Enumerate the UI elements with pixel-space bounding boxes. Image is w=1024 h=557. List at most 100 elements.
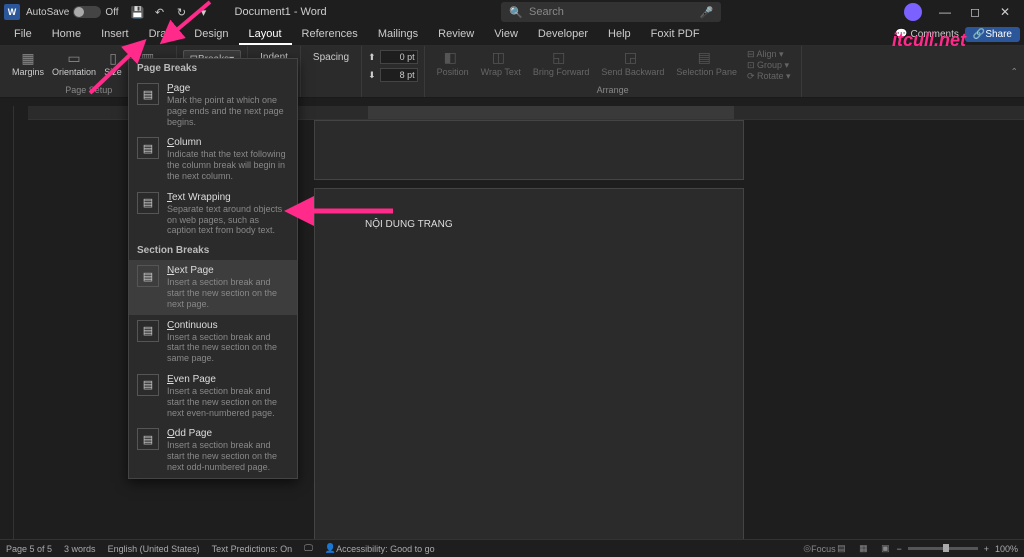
tab-foxit-pdf[interactable]: Foxit PDF [641,25,710,45]
status-page[interactable]: Page 5 of 5 [6,544,52,554]
share-button[interactable]: 🔗 Share [965,27,1020,42]
watermark-text: itculi.net [892,30,966,51]
status-accessibility[interactable]: 👤 Accessibility: Good to go [325,543,435,554]
breaks-item-column[interactable]: ▤ ColumnIndicate that the text following … [129,132,297,186]
close-button[interactable]: ✕ [990,0,1020,24]
zoom-out-button[interactable]: − [896,544,901,554]
spacing-before-input[interactable]: ⬆0 pt [368,49,418,65]
search-placeholder: Search [529,6,564,18]
maximize-button[interactable]: ◻ [960,0,990,24]
page-previous[interactable] [314,120,744,180]
page-current[interactable]: NỘI DUNG TRANG [314,188,744,539]
page-breaks-header: Page Breaks [129,59,297,78]
breaks-item-odd-page[interactable]: ▤ Odd PageInsert a section break and star… [129,423,297,477]
minimize-button[interactable]: — [930,0,960,24]
titlebar: W AutoSave Off 💾 ↶ ↻ ▾ Document1 - Word … [0,0,1024,24]
status-display[interactable]: 🖵 [304,543,313,554]
status-words[interactable]: 3 words [64,544,96,554]
toggle-switch[interactable] [73,6,101,18]
status-bar: Page 5 of 5 3 words English (United Stat… [0,539,1024,557]
qat-dropdown-icon[interactable]: ▾ [194,2,214,22]
tab-home[interactable]: Home [42,25,91,45]
autosave-label: AutoSave [26,7,69,18]
break-icon: ▤ [137,137,159,159]
tab-draw[interactable]: Draw [139,25,185,45]
margins-button[interactable]: ▦Margins [8,48,48,78]
dd-item-title: Page [167,83,289,94]
breaks-item-even-page[interactable]: ▤Even PageInsert a section break and sta… [129,369,297,423]
status-predictions[interactable]: Text Predictions: On [212,544,293,554]
read-mode-icon[interactable]: ▤ [831,541,851,557]
dd-item-title: Text Wrapping [167,192,289,203]
autosave-state: Off [105,7,118,18]
section-breaks-header: Section Breaks [129,241,297,260]
print-layout-icon[interactable]: ▦ [853,541,873,557]
break-icon: ▤ [137,83,159,105]
zoom-in-button[interactable]: + [984,544,989,554]
status-language[interactable]: English (United States) [108,544,200,554]
focus-mode-button[interactable]: ◎ Focus [809,541,829,557]
position-button: ◧Position [431,48,475,83]
dd-item-title: Continuous [167,320,289,331]
document-title: Document1 - Word [235,6,327,18]
dd-item-desc: Insert a section break and start the new… [167,332,289,364]
break-icon: ▤ [137,192,159,214]
user-avatar[interactable] [904,3,922,21]
page-setup-label: Page Setup [65,85,112,95]
word-icon: W [4,4,20,20]
dd-item-desc: Mark the point at which one page ends an… [167,95,289,127]
mic-icon[interactable]: 🎤 [700,6,714,19]
breaks-item-page[interactable]: ▤ PageMark the point at which one page en… [129,78,297,132]
bring-forward-button: ◱Bring Forward [527,48,596,83]
search-input[interactable]: 🔍 Search 🎤 [501,2,721,22]
send-backward-button: ◲Send Backward [595,48,670,83]
dd-item-title: Odd Page [167,428,289,439]
align-button: ⊟ Align ▾ [747,49,791,60]
dd-item-desc: Insert a section break and start the new… [167,440,289,472]
menu-bar: FileHomeInsertDrawDesignLayoutReferences… [0,24,1024,46]
dd-item-desc: Separate text around objects on web page… [167,204,289,236]
breaks-item-continuous[interactable]: ▤ ContinuousInsert a section break and st… [129,315,297,369]
tab-file[interactable]: File [4,25,42,45]
tab-review[interactable]: Review [428,25,484,45]
dd-item-title: Even Page [167,374,289,385]
tab-insert[interactable]: Insert [91,25,139,45]
web-layout-icon[interactable]: ▣ [875,541,895,557]
zoom-level[interactable]: 100% [995,544,1018,554]
spacing-after-input[interactable]: ⬇8 pt [368,67,418,83]
tab-references[interactable]: References [292,25,368,45]
page-content-text: NỘI DUNG TRANG [365,219,693,230]
undo-icon[interactable]: ↶ [150,2,170,22]
collapse-ribbon-icon[interactable]: ⌃ [1010,66,1018,77]
breaks-item-text-wrapping[interactable]: ▤ Text WrappingSeparate text around objec… [129,187,297,241]
dd-item-title: Next Page [167,265,289,276]
tab-layout[interactable]: Layout [239,25,292,45]
break-icon: ▤ [137,265,159,287]
redo-icon[interactable]: ↻ [172,2,192,22]
break-icon: ▤ [137,428,159,450]
dd-item-title: Column [167,137,289,148]
dd-item-desc: Insert a section break and start the new… [167,277,289,309]
size-button[interactable]: ▯Size [100,48,126,78]
search-icon: 🔍 [509,6,523,19]
vertical-ruler [0,106,14,539]
break-icon: ▤ [137,320,159,342]
break-icon: ▤ [137,374,159,396]
tab-design[interactable]: Design [184,25,238,45]
spacing-label: Spacing [307,50,355,65]
tab-mailings[interactable]: Mailings [368,25,428,45]
breaks-item-next-page[interactable]: ▤ Next PageInsert a section break and sta… [129,260,297,314]
zoom-slider[interactable] [908,547,978,550]
group-button: ⊡ Group ▾ [747,60,791,71]
tab-view[interactable]: View [484,25,528,45]
rotate-button: ⟳ Rotate ▾ [747,71,791,82]
selection-pane-button[interactable]: ▤Selection Pane [670,48,743,83]
dd-item-desc: Indicate that the text following the col… [167,149,289,181]
autosave-toggle[interactable]: AutoSave Off [26,6,119,18]
arrange-label: Arrange [597,85,629,95]
wrap-text-button: ◫Wrap Text [475,48,527,83]
orientation-button[interactable]: ▭Orientation [48,48,100,78]
tab-developer[interactable]: Developer [528,25,598,45]
save-icon[interactable]: 💾 [128,2,148,22]
tab-help[interactable]: Help [598,25,641,45]
